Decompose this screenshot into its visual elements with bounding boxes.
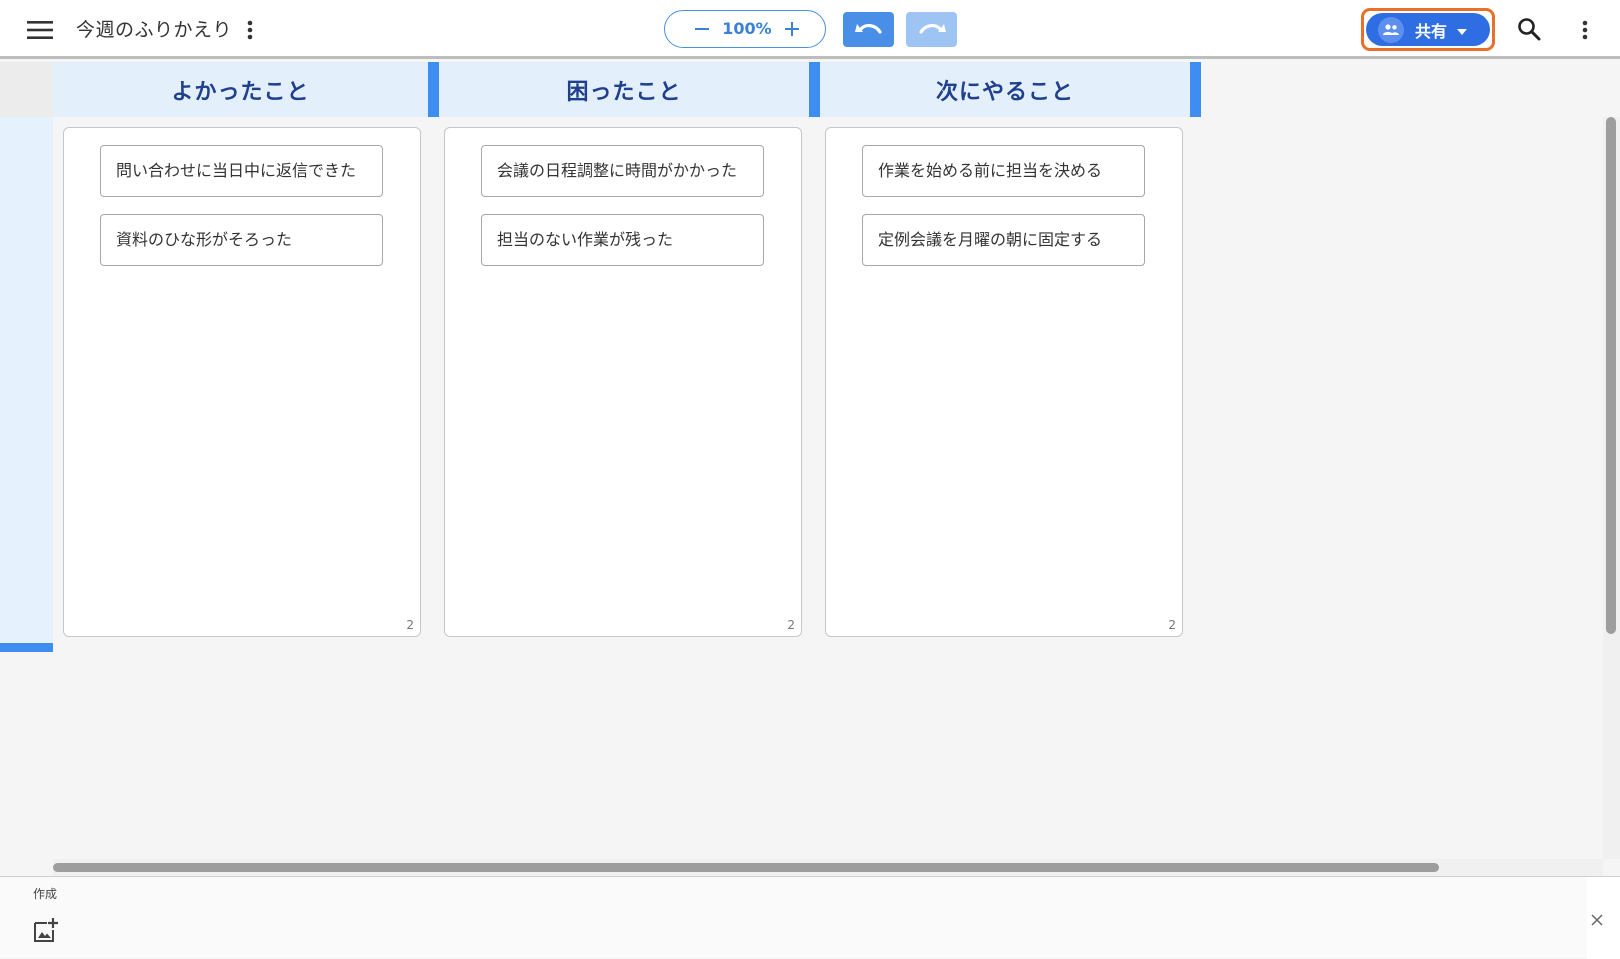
horizontal-scrollbar[interactable] (53, 859, 1603, 876)
caret-down-icon (1457, 20, 1468, 39)
column-divider[interactable] (1190, 62, 1201, 117)
row-header-accent (0, 643, 53, 652)
vertical-scroll-thumb[interactable] (1606, 117, 1616, 634)
row-header-strip (0, 117, 53, 647)
vertical-scrollbar[interactable] (1603, 117, 1620, 859)
card[interactable]: 作業を始める前に担当を決める (862, 145, 1145, 197)
minus-icon (695, 28, 709, 30)
column-header-good[interactable]: よかったこと (53, 62, 428, 117)
column-panel-next[interactable]: 作業を始める前に担当を決める 定例会議を月曜の朝に固定する 2 (825, 127, 1183, 637)
redo-button[interactable] (906, 12, 957, 47)
add-image-icon[interactable] (31, 915, 61, 945)
undo-button[interactable] (843, 12, 894, 47)
undo-icon (854, 23, 882, 34)
column-header-problems[interactable]: 困ったこと (439, 62, 809, 117)
card-count: 2 (406, 618, 414, 632)
close-icon[interactable] (1584, 907, 1610, 933)
card-count: 2 (1168, 618, 1176, 632)
column-header-next[interactable]: 次にやること (820, 62, 1190, 117)
column-panel-problems[interactable]: 会議の日程調整に時間がかかった 担当のない作業が残った 2 (444, 127, 802, 637)
top-toolbar: 今週のふりかえり 100% 共有 (0, 0, 1620, 59)
column-panel-good[interactable]: 問い合わせに当日中に返信できた 資料のひな形がそろった 2 (63, 127, 421, 637)
card[interactable]: 会議の日程調整に時間がかかった (481, 145, 764, 197)
redo-icon (918, 23, 946, 34)
zoom-value: 100% (722, 19, 772, 38)
plus-icon (785, 22, 799, 36)
people-icon (1378, 16, 1404, 43)
column-divider[interactable] (809, 62, 820, 117)
title-more-icon[interactable] (238, 14, 262, 46)
document-title[interactable]: 今週のふりかえり (76, 15, 232, 42)
more-options-icon[interactable] (1573, 14, 1597, 46)
zoom-control: 100% (664, 10, 826, 48)
zoom-out-button[interactable] (687, 14, 717, 44)
share-label: 共有 (1415, 21, 1448, 41)
column-divider[interactable] (428, 62, 439, 117)
share-button[interactable]: 共有 (1366, 13, 1490, 46)
create-panel-label: 作成 (33, 887, 58, 901)
horizontal-scroll-thumb[interactable] (53, 863, 1439, 872)
menu-icon[interactable] (22, 14, 58, 46)
card[interactable]: 資料のひな形がそろった (100, 214, 383, 266)
search-icon[interactable] (1512, 12, 1546, 46)
share-button-focus-ring: 共有 (1361, 8, 1495, 51)
card[interactable]: 定例会議を月曜の朝に固定する (862, 214, 1145, 266)
card-count: 2 (787, 618, 795, 632)
board-corner (0, 62, 53, 117)
card[interactable]: 担当のない作業が残った (481, 214, 764, 266)
card[interactable]: 問い合わせに当日中に返信できた (100, 145, 383, 197)
zoom-in-button[interactable] (777, 14, 807, 44)
create-panel: 作成 (0, 876, 1620, 959)
